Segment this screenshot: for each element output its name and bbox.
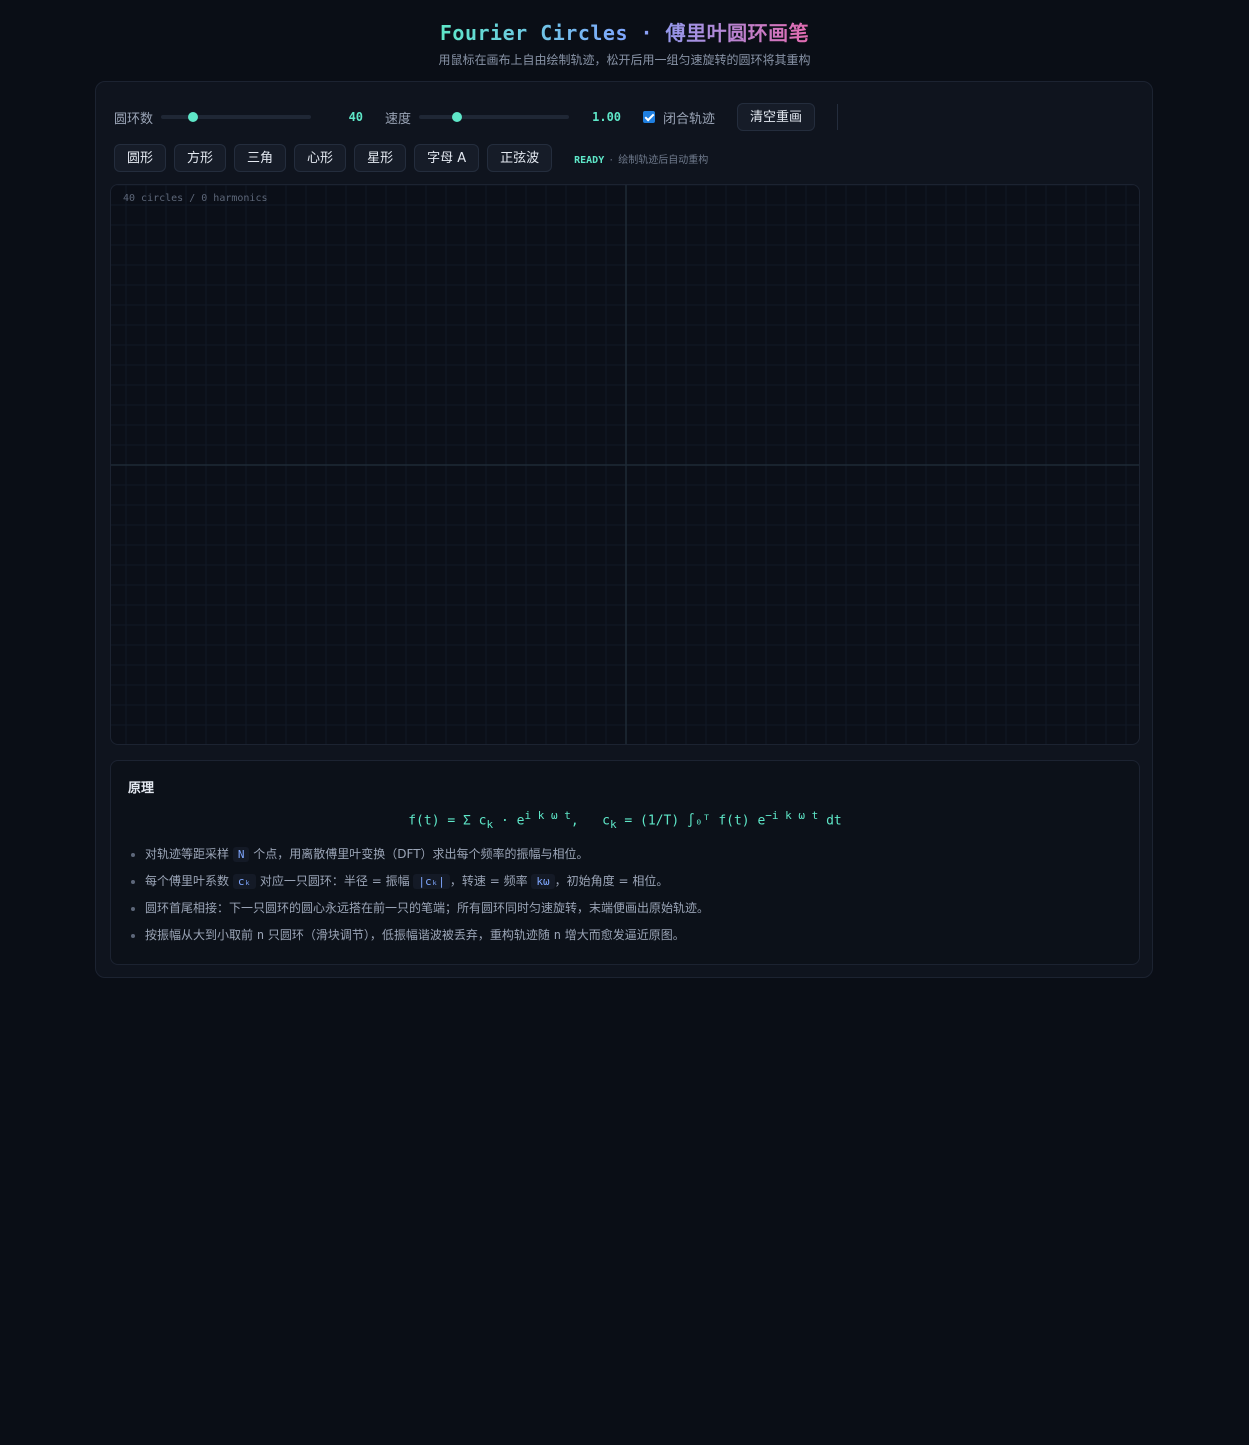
circles-value: 40 — [348, 110, 364, 124]
status-hint: 绘制轨迹后自动重构 — [618, 154, 709, 166]
main-panel: 圆环数 40 速度 1.00 闭合轨迹 清空重画 圆形 方形 三角 心形 星形 … — [95, 81, 1153, 978]
close-path-label: 闭合轨迹 — [663, 111, 716, 127]
clear-redraw-button[interactable]: 清空重画 — [737, 103, 816, 131]
preset-star-button[interactable]: 星形 — [354, 144, 407, 172]
page-subtitle: 用鼠标在画布上自由绘制轨迹，松开后用一组匀速旋转的圆环将其重构 — [438, 53, 811, 67]
close-path-checkbox[interactable] — [643, 111, 656, 123]
presets-row: 圆形 方形 三角 心形 星形 字母 A 正弦波 READY · 绘制轨迹后自动重构 — [114, 144, 708, 172]
drawing-canvas[interactable]: 40 circles / 0 harmonics — [110, 184, 1140, 745]
list-item: 圆环首尾相接：下一只圆环的圆心永远搭在前一只的笔端；所有圆环同时匀速旋转，末端便… — [145, 895, 709, 922]
header: Fourier Circles · 傅里叶圆环画笔 用鼠标在画布上自由绘制轨迹，… — [0, 18, 1249, 68]
principle-list: 对轨迹等距采样 N 个点，用离散傅里叶变换（DFT）求出每个频率的振幅与相位。 … — [128, 841, 709, 949]
list-item: 每个傅里叶系数 cₖ 对应一只圆环：半径 = 振幅 |cₖ|，转速 = 频率 k… — [145, 868, 709, 895]
preset-sine-button[interactable]: 正弦波 — [487, 144, 553, 172]
page-title: Fourier Circles · 傅里叶圆环画笔 — [440, 18, 809, 48]
status-indicator: READY · 绘制轨迹后自动重构 — [574, 151, 708, 166]
speed-value: 1.00 — [592, 110, 622, 124]
speed-label: 速度 — [385, 111, 412, 127]
principle-section: 原理 f(t) = Σ ck · ei k ω t, ck = (1/T) ∫₀… — [110, 760, 1140, 965]
toolbar-divider — [837, 104, 839, 130]
principle-heading: 原理 — [128, 781, 155, 796]
circles-slider-knob[interactable] — [187, 112, 198, 122]
circles-label: 圆环数 — [114, 111, 154, 127]
fourier-formula: f(t) = Σ ck · ei k ω t, ck = (1/T) ∫₀ᵀ f… — [408, 809, 842, 831]
controls-row: 圆环数 40 速度 1.00 闭合轨迹 清空重画 — [114, 102, 839, 132]
preset-heart-button[interactable]: 心形 — [294, 144, 347, 172]
status-state: READY — [574, 154, 605, 166]
preset-letter-a-button[interactable]: 字母 A — [414, 144, 480, 172]
canvas-info: 40 circles / 0 harmonics — [123, 193, 268, 204]
list-item: 对轨迹等距采样 N 个点，用离散傅里叶变换（DFT）求出每个频率的振幅与相位。 — [145, 841, 709, 868]
speed-slider[interactable] — [419, 112, 570, 122]
preset-triangle-button[interactable]: 三角 — [234, 144, 287, 172]
canvas-grid — [111, 185, 1139, 744]
preset-circle-button[interactable]: 圆形 — [114, 144, 167, 172]
list-item: 按振幅从大到小取前 n 只圆环（滑块调节），低振幅谐波被丢弃，重构轨迹随 n 增… — [145, 922, 709, 949]
circles-slider[interactable] — [161, 112, 312, 122]
speed-slider-knob[interactable] — [451, 112, 462, 122]
preset-square-button[interactable]: 方形 — [174, 144, 227, 172]
status-separator: · — [608, 154, 615, 166]
